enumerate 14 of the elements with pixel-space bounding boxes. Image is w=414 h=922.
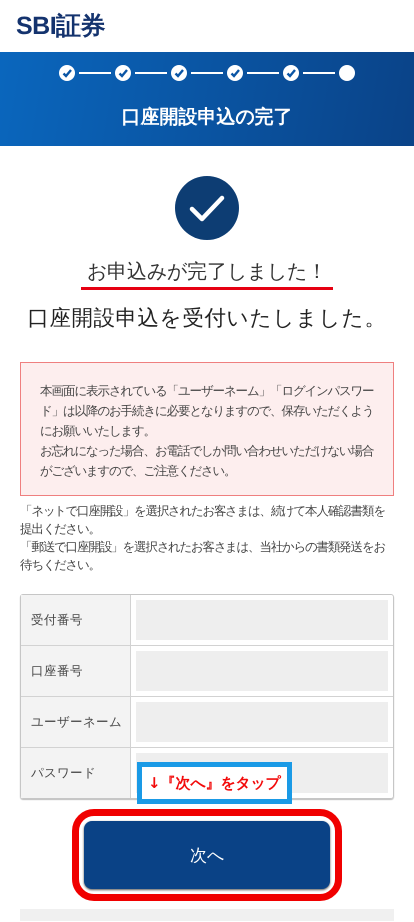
- row-label: 口座番号: [21, 646, 131, 696]
- tap-callout: ↓『次へ』をタップ: [137, 762, 292, 804]
- instruction-text: 「ネットで口座開設」を選択されたお客さまは、続けて本人確認書類を提出ください。: [20, 502, 386, 538]
- row-label: 受付番号: [21, 595, 131, 645]
- instruction-text: 「郵送で口座開設」を選択されたお客さまは、当社からの書類発送をお待ちください。: [20, 538, 386, 574]
- completion-headline: お申込みが完了しました！: [81, 257, 333, 290]
- notice-text: お忘れになった場合、お電話でしか問い合わせいただけない場合がございますので、ご注意ください。: [40, 442, 375, 480]
- notice-text: 本画面に表示されている「ユーザーネーム」「ログインパスワード」は以降のお手続きに必要となりますので、保存いただくようにお願いいたします。: [40, 382, 374, 440]
- logo[interactable]: SBI証券: [16, 12, 106, 40]
- row-label: ユーザーネーム: [21, 697, 131, 747]
- completion-subtitle: 口座開設申込を受付いたしました。: [28, 306, 386, 331]
- banner-title: 口座開設申込の完了: [122, 106, 292, 128]
- row-label: パスワード: [21, 748, 131, 798]
- next-button[interactable]: 次へ: [84, 821, 330, 889]
